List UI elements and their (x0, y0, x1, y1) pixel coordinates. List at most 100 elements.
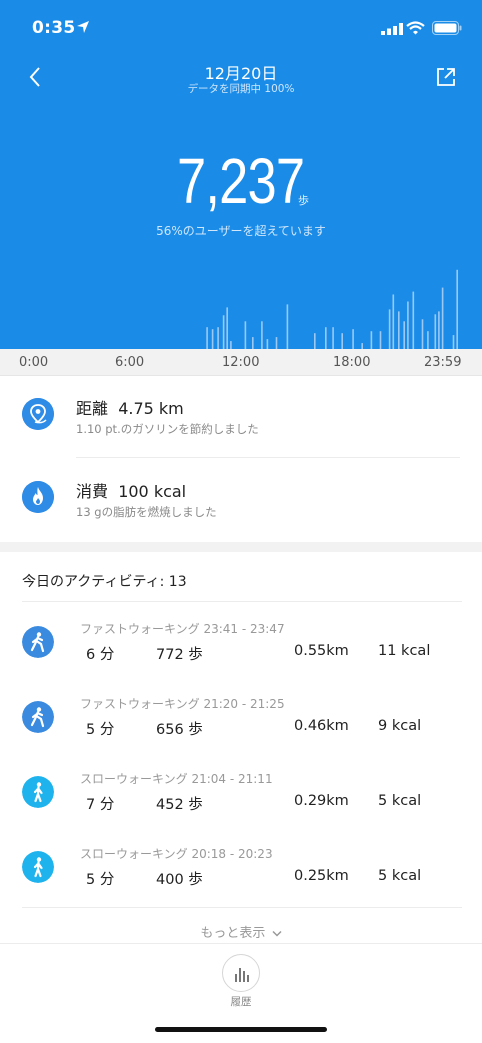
axis-tick-label: 18:00 (333, 355, 371, 370)
chart-bar (266, 339, 269, 349)
chart-bar (427, 331, 429, 349)
chart-bar (244, 321, 247, 349)
chart-bar (392, 294, 395, 349)
divider (22, 601, 462, 602)
chart-bar (217, 327, 219, 349)
steps-total: 7,237 歩 (0, 144, 482, 218)
activity-title: スローウォーキング 21:04 - 21:11 (80, 772, 273, 786)
activity-distance: 0.46km (294, 718, 349, 734)
axis-tick-label: 6:00 (115, 355, 145, 370)
activity-title: ファストウォーキング 21:20 - 21:25 (80, 697, 285, 711)
chart-bar (332, 327, 334, 349)
home-indicator[interactable] (155, 1027, 327, 1032)
activity-distance: 0.55km (294, 643, 349, 659)
time-axis: 0:00 6:00 12:00 18:00 23:59 (0, 349, 482, 376)
activity-duration: 5 分 (86, 722, 115, 738)
chart-bar (379, 331, 382, 349)
chart-bar (398, 311, 400, 349)
divider (76, 457, 460, 458)
steps-unit: 歩 (298, 194, 309, 207)
show-more-button[interactable]: もっと表示 (0, 922, 482, 941)
activity-kcal: 5 kcal (378, 793, 422, 809)
bar-chart-icon (235, 968, 249, 982)
activity-item[interactable]: スローウォーキング 20:18 - 20:23 5 分 400 歩 0.25km 5 k… (0, 837, 482, 911)
location-pin-icon (22, 398, 54, 430)
divider (22, 907, 462, 908)
activity-duration: 6 分 (86, 647, 115, 663)
chart-bar (352, 329, 354, 349)
distance-row: 距離 4.75 km 1.10 pt.のガソリンを節約しました (0, 376, 482, 456)
distance-sub: 1.10 pt.のガソリンを節約しました (76, 422, 259, 436)
chart-bar (438, 311, 440, 349)
steps-value: 7,237 (177, 145, 305, 217)
chart-bar (407, 301, 409, 349)
chevron-down-icon (272, 930, 282, 937)
history-button[interactable] (222, 954, 260, 992)
status-time: 0:35 (32, 18, 76, 38)
activity-steps: 656 歩 (156, 722, 203, 738)
chart-bar (226, 307, 228, 349)
calories-row: 消費 100 kcal 13 gの脂肪を燃焼しました (0, 459, 482, 539)
activity-item[interactable]: ファストウォーキング 21:20 - 21:25 5 分 656 歩 0.46km 9 … (0, 687, 482, 761)
chart-bar (388, 309, 391, 349)
chart-bar (314, 333, 316, 349)
activity-kcal: 11 kcal (378, 643, 431, 659)
history-label: 履歴 (230, 996, 252, 1008)
chart-bar (211, 329, 214, 349)
distance-title: 距離 4.75 km (76, 395, 184, 419)
chart-bar (261, 321, 263, 349)
activities-header: 今日のアクティビティ: 13 (22, 574, 187, 590)
flame-icon (22, 481, 54, 513)
chart-bar (456, 269, 458, 349)
activity-item[interactable]: ファストウォーキング 23:41 - 23:47 6 分 772 歩 0.55km 11… (0, 612, 482, 686)
fast-walk-icon (22, 626, 54, 658)
activity-steps: 772 歩 (156, 647, 203, 663)
chart-bar (403, 321, 405, 349)
percentile-text: 56%のユーザーを超えています (156, 224, 326, 238)
distance-value: 4.75 km (118, 399, 184, 418)
activity-duration: 5 分 (86, 872, 115, 888)
slow-walk-icon (22, 776, 54, 808)
activity-steps: 452 歩 (156, 797, 203, 813)
activity-steps: 400 歩 (156, 872, 203, 888)
steps-header-panel: 0:35 12月20日 データを同期中 100% 7,237 歩 56%のユーザ… (0, 0, 482, 349)
chart-bar (252, 337, 254, 349)
status-bar: 0:35 (0, 0, 482, 58)
chart-bar (206, 327, 208, 349)
activity-title: ファストウォーキング 23:41 - 23:47 (80, 622, 285, 636)
chart-bar (341, 333, 343, 349)
chart-bar (222, 315, 225, 349)
activity-title: スローウォーキング 20:18 - 20:23 (80, 847, 273, 861)
distance-label: 距離 (76, 399, 109, 418)
axis-tick-label: 12:00 (222, 355, 260, 370)
chart-bar (275, 337, 278, 349)
wifi-icon (406, 21, 425, 35)
location-arrow-icon (77, 21, 89, 33)
chart-bar (325, 327, 327, 349)
activity-distance: 0.25km (294, 868, 349, 884)
chart-bar (286, 304, 289, 349)
activity-kcal: 9 kcal (378, 718, 422, 734)
activity-item[interactable]: スローウォーキング 21:04 - 21:11 7 分 452 歩 0.29km 5 k… (0, 762, 482, 836)
chart-bar (412, 291, 415, 349)
sync-status: データを同期中 100% (187, 83, 295, 95)
hourly-steps-chart (206, 269, 458, 349)
bottom-tab-bar: 履歴 (0, 943, 482, 1043)
chart-bar (434, 314, 437, 349)
calories-label: 消費 (76, 482, 109, 501)
slow-walk-icon (22, 851, 54, 883)
cellular-signal-icon (381, 23, 403, 35)
chart-bar (441, 287, 444, 349)
calories-sub: 13 gの脂肪を燃焼しました (76, 505, 217, 519)
activity-kcal: 5 kcal (378, 868, 422, 884)
axis-tick-label: 23:59 (424, 355, 462, 370)
section-divider (0, 542, 482, 552)
activity-distance: 0.29km (294, 793, 349, 809)
chart-bar (230, 341, 232, 349)
axis-tick-label: 0:00 (19, 355, 49, 370)
chart-bar (370, 331, 373, 349)
fast-walk-icon (22, 701, 54, 733)
calories-value: 100 kcal (118, 482, 187, 501)
calories-title: 消費 100 kcal (76, 478, 186, 502)
chart-bar (421, 319, 424, 349)
